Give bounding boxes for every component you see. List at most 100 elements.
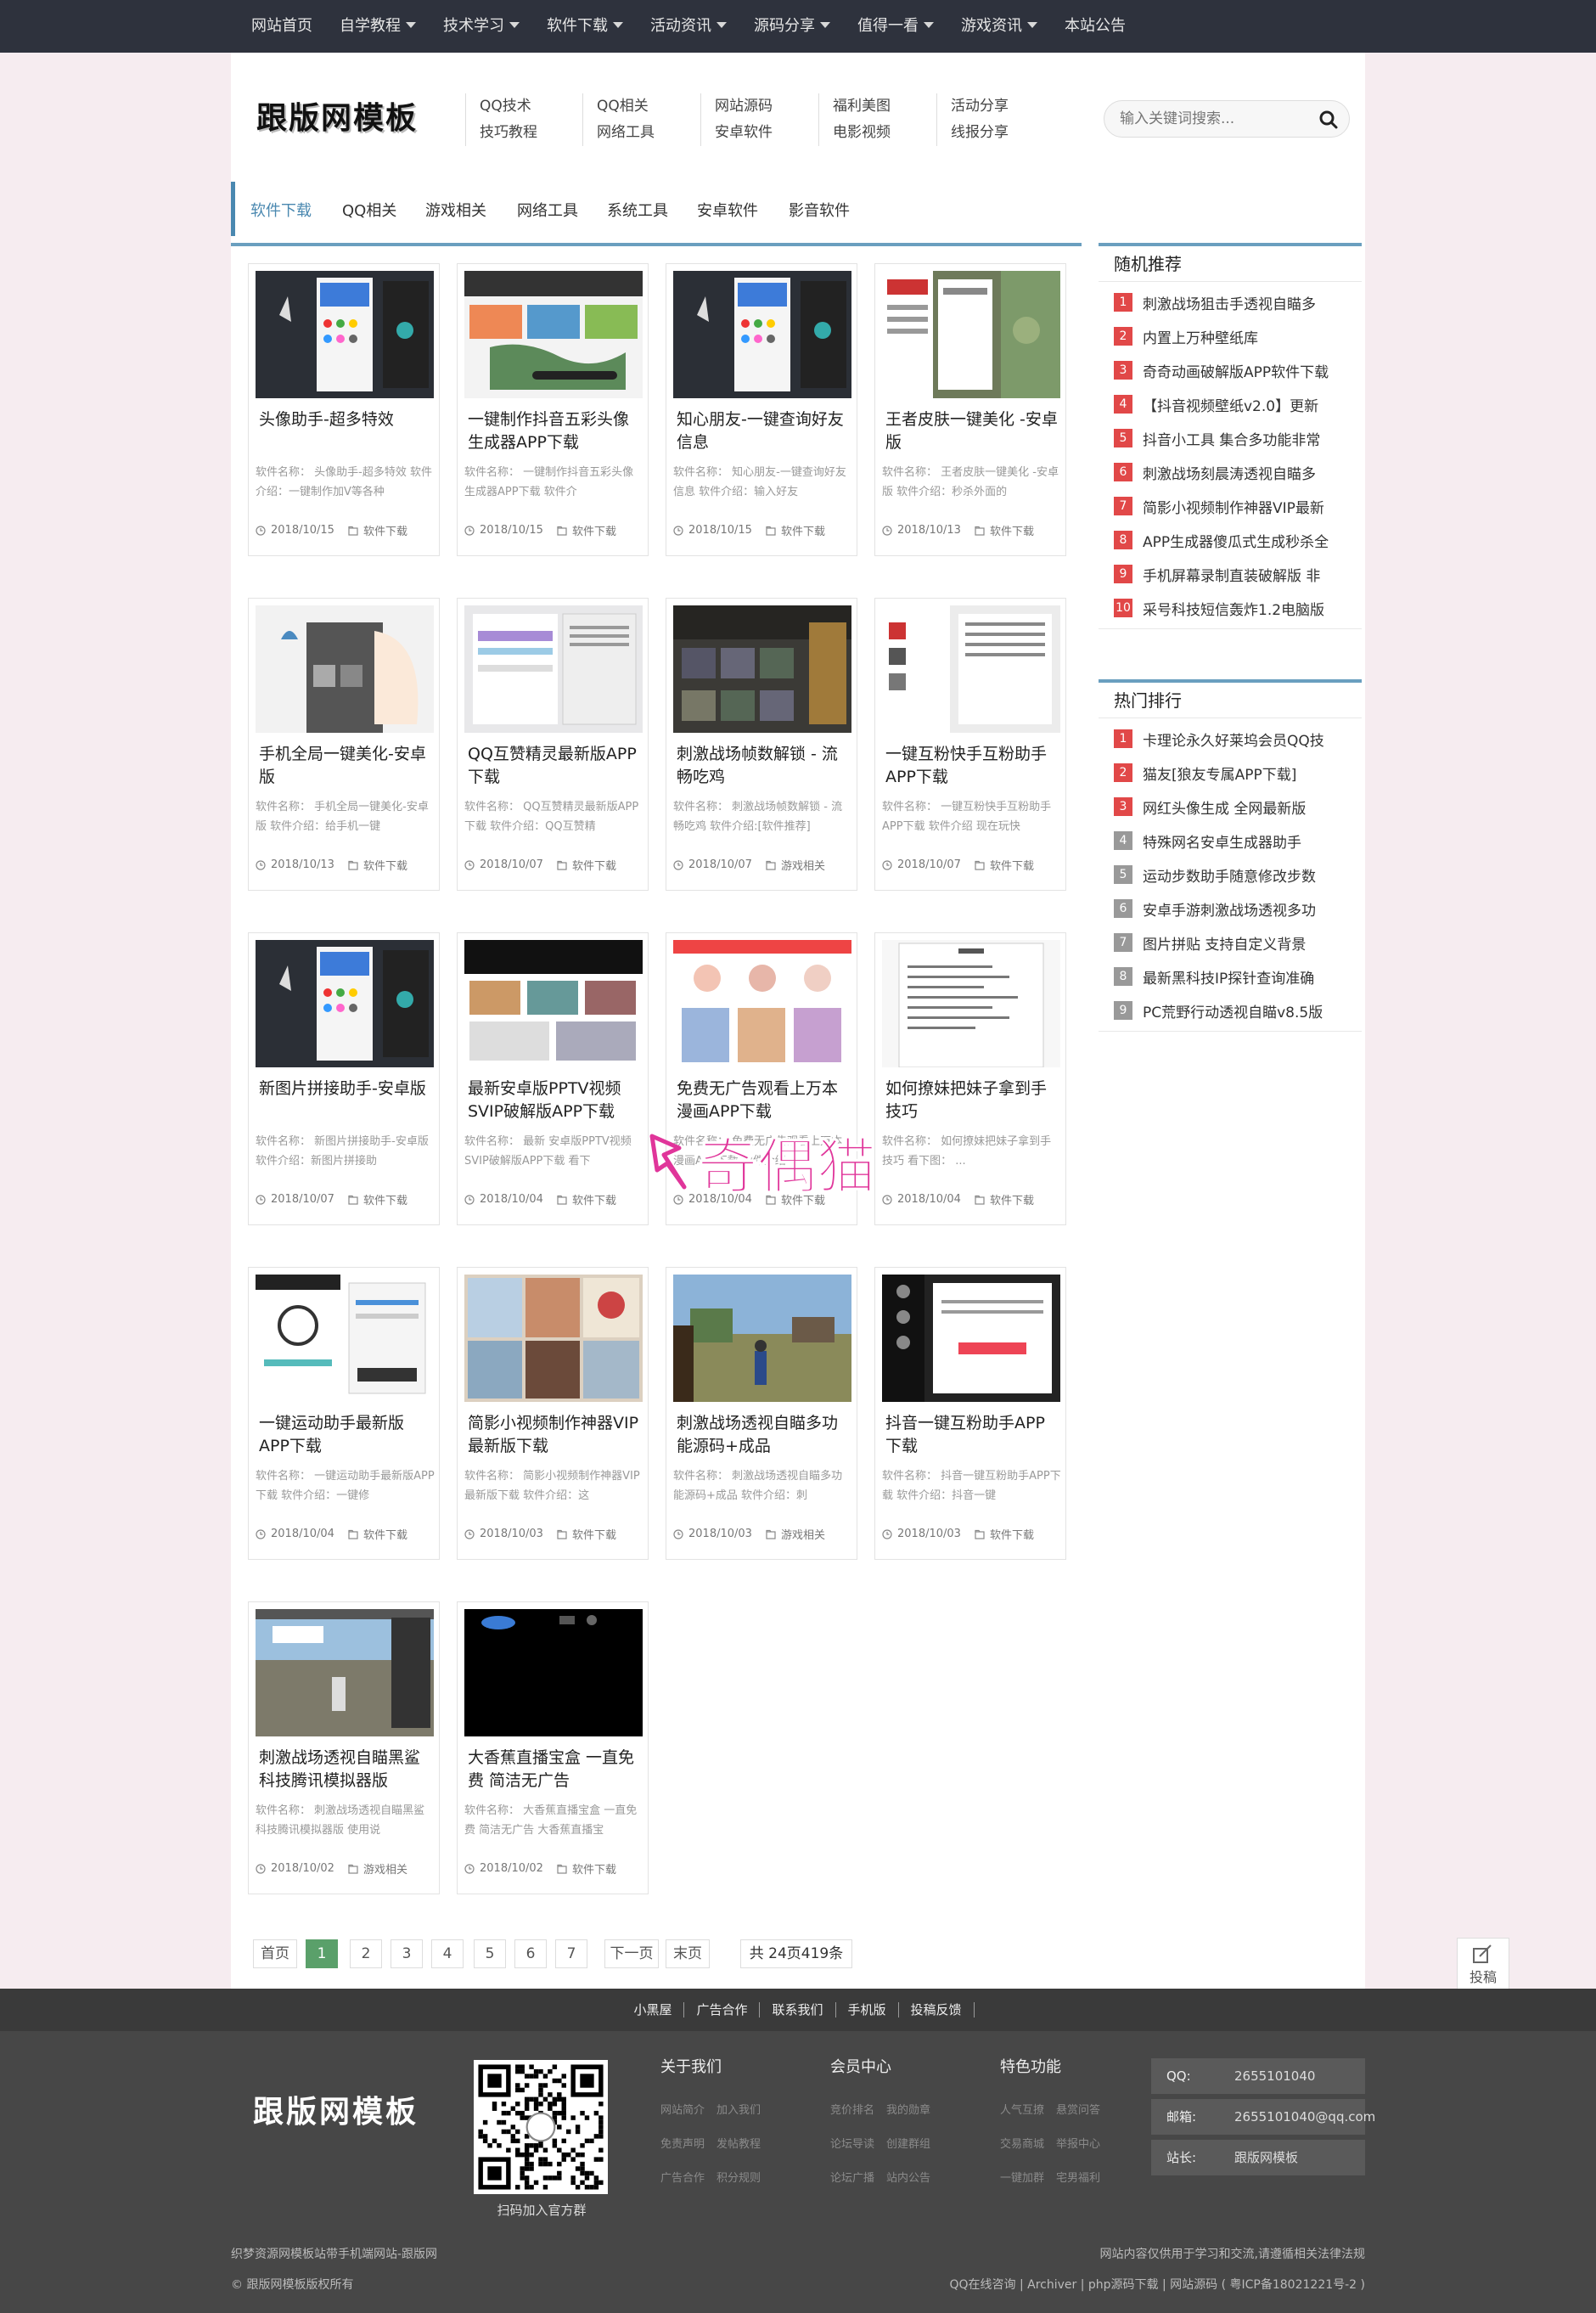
article-category[interactable]: 软件下载 <box>781 1191 825 1207</box>
article-category[interactable]: 软件下载 <box>990 857 1034 873</box>
article-thumbnail[interactable] <box>256 1609 434 1736</box>
sidebar-list-item[interactable]: 3 奇奇动画破解版APP软件下载 <box>1099 353 1362 387</box>
sidebar-list-item[interactable]: 4 特殊网名安卓生成器助手 <box>1099 824 1362 858</box>
article-category[interactable]: 软件下载 <box>363 1191 407 1207</box>
header-link[interactable]: 技巧教程 <box>480 120 576 146</box>
tab-android[interactable]: 安卓软件 <box>697 199 758 221</box>
article-thumbnail[interactable] <box>464 1275 643 1402</box>
sidebar-list-item[interactable]: 9 PC荒野行动透视自瞄v8.5版 <box>1099 993 1362 1027</box>
sidebar-list-item[interactable]: 7 图片拼贴 支持自定义背景 <box>1099 926 1362 960</box>
tab-games[interactable]: 游戏相关 <box>425 199 486 221</box>
header-link[interactable]: 活动分享 <box>951 93 1047 120</box>
article-title[interactable]: 刺激战场透视自瞄多功能源码+成品 <box>677 1412 851 1460</box>
article-title[interactable]: 刺激战场透视自瞄黑鲨科技腾讯模拟器版 <box>259 1747 434 1794</box>
nav-item[interactable]: 源码分享 <box>740 0 844 53</box>
article-title[interactable]: 免费无广告观看上万本漫画APP下载 <box>677 1078 851 1125</box>
footer-link[interactable]: 站内公告 <box>886 2172 930 2185</box>
article-category[interactable]: 软件下载 <box>363 857 407 873</box>
nav-item[interactable]: 技术学习 <box>430 0 533 53</box>
header-link[interactable]: QQ技术 <box>480 93 576 120</box>
header-link[interactable]: 福利美图 <box>833 93 929 120</box>
header-link[interactable]: 安卓软件 <box>715 120 811 146</box>
footer-link[interactable]: 创建群组 <box>886 2138 930 2151</box>
footer-link[interactable]: 悬赏问答 <box>1056 2104 1100 2117</box>
header-link[interactable]: 线报分享 <box>951 120 1047 146</box>
footer-link[interactable]: 论坛导读 <box>830 2138 874 2151</box>
sidebar-list-item[interactable]: 5 运动步数助手随意修改步数 <box>1099 858 1362 892</box>
article-thumbnail[interactable] <box>882 605 1060 733</box>
submit-button[interactable]: 投稿 <box>1457 1938 1509 1990</box>
pagination-item[interactable]: 末页 <box>666 1939 710 1968</box>
nav-item[interactable]: 游戏资讯 <box>947 0 1051 53</box>
article-card[interactable]: 新图片拼接助手-安卓版 软件名称： 新图片拼接助手-安卓版 软件介绍：新图片拼接助… <box>248 932 440 1225</box>
article-thumbnail[interactable] <box>464 605 643 733</box>
sidebar-list-item[interactable]: 2 内置上万种壁纸库 <box>1099 319 1362 353</box>
article-title[interactable]: 最新安卓版PPTV视频SVIP破解版APP下载 <box>468 1078 643 1125</box>
article-card[interactable]: 大香蕉直播宝盒 一直免费 简洁无广告 软件名称： 大香蕉直播宝盒 一直免费 简洁无… <box>457 1601 649 1894</box>
footer-bottom-links[interactable]: QQ在线咨询 | Archiver | php源码下载 | 网站源码 ( 粤IC… <box>949 2276 1365 2293</box>
sidebar-list-item[interactable]: 1 卡理论永久好莱坞会员QQ技 <box>1099 722 1362 756</box>
article-thumbnail[interactable] <box>256 940 434 1067</box>
footer-link[interactable]: 发帖教程 <box>717 2138 761 2151</box>
footer-link[interactable]: 广告合作 <box>660 2172 705 2185</box>
tab-media[interactable]: 影音软件 <box>789 199 850 221</box>
nav-item[interactable]: 自学教程 <box>326 0 430 53</box>
footer-link[interactable]: 举报中心 <box>1056 2138 1100 2151</box>
nav-item[interactable]: 值得一看 <box>844 0 947 53</box>
tab-software-download[interactable]: 软件下载 <box>250 199 312 221</box>
header-link[interactable]: 电影视频 <box>833 120 929 146</box>
footer-link[interactable]: 加入我们 <box>717 2104 761 2117</box>
sidebar-list-item[interactable]: 10 采号科技短信轰炸1.2电脑版 <box>1099 591 1362 625</box>
article-title[interactable]: 一键互粉快手互粉助手APP下载 <box>885 743 1060 791</box>
footer-link[interactable]: 小黑屋 <box>621 2002 685 2018</box>
pagination-item[interactable]: 7 <box>555 1939 587 1968</box>
article-thumbnail[interactable] <box>673 940 851 1067</box>
article-card[interactable]: 免费无广告观看上万本漫画APP下载 软件名称： 免费无广告观看上万本漫画APP下载… <box>666 932 857 1225</box>
pagination-item[interactable]: 5 <box>474 1939 506 1968</box>
nav-item[interactable]: 活动资讯 <box>637 0 740 53</box>
pagination-item[interactable]: 2 <box>350 1939 382 1968</box>
footer-link[interactable]: 手机版 <box>835 2002 899 2018</box>
pagination-item[interactable]: 6 <box>514 1939 547 1968</box>
footer-link[interactable]: 人气互撩 <box>1000 2104 1044 2117</box>
article-thumbnail[interactable] <box>882 1275 1060 1402</box>
site-logo[interactable]: 跟版网模板 <box>256 93 418 138</box>
header-link[interactable]: 网站源码 <box>715 93 811 120</box>
article-category[interactable]: 软件下载 <box>781 522 825 538</box>
footer-link[interactable]: 网站简介 <box>660 2104 705 2117</box>
search-input[interactable] <box>1120 108 1307 130</box>
article-title[interactable]: 抖音一键互粉助手APP下载 <box>885 1412 1060 1460</box>
article-title[interactable]: 王者皮肤一键美化 -安卓版 <box>885 408 1060 456</box>
sidebar-list-item[interactable]: 6 安卓手游刺激战场透视多功 <box>1099 892 1362 926</box>
pagination-item[interactable]: 首页 <box>253 1939 297 1968</box>
article-title[interactable]: 简影小视频制作神器VIP最新版下载 <box>468 1412 643 1460</box>
article-thumbnail[interactable] <box>256 605 434 733</box>
article-card[interactable]: 头像助手-超多特效 软件名称： 头像助手-超多特效 软件介绍：一键制作加V等各种 2… <box>248 263 440 556</box>
article-category[interactable]: 软件下载 <box>572 1191 616 1207</box>
sidebar-list-item[interactable]: 8 最新黑科技IP探针查询准确 <box>1099 960 1362 993</box>
sidebar-list-item[interactable]: 5 抖音小工具 集合多功能非常 <box>1099 421 1362 455</box>
sidebar-list-item[interactable]: 4 【抖音视频壁纸v2.0】更新 <box>1099 387 1362 421</box>
nav-item[interactable]: 网站首页 <box>238 0 326 53</box>
article-card[interactable]: 手机全局一键美化-安卓版 软件名称： 手机全局一键美化-安卓版 软件介绍：给手机一… <box>248 598 440 891</box>
article-title[interactable]: 如何撩妹把妹子拿到手技巧 <box>885 1078 1060 1125</box>
sidebar-list-item[interactable]: 7 简影小视频制作神器VIP最新 <box>1099 489 1362 523</box>
article-category[interactable]: 软件下载 <box>572 1860 616 1877</box>
header-link[interactable]: QQ相关 <box>597 93 693 120</box>
article-category[interactable]: 软件下载 <box>990 1191 1034 1207</box>
footer-link[interactable]: 论坛广播 <box>830 2172 874 2185</box>
article-card[interactable]: 一键制作抖音五彩头像生成器APP下载 软件名称： 一键制作抖音五彩头像生成器APP… <box>457 263 649 556</box>
article-title[interactable]: 知心朋友-一键查询好友信息 <box>677 408 851 456</box>
article-thumbnail[interactable] <box>464 271 643 398</box>
article-thumbnail[interactable] <box>882 271 1060 398</box>
tab-network-tools[interactable]: 网络工具 <box>517 199 578 221</box>
footer-link[interactable]: 交易商城 <box>1000 2138 1044 2151</box>
article-category[interactable]: 游戏相关 <box>781 1526 825 1542</box>
article-category[interactable]: 游戏相关 <box>781 857 825 873</box>
article-card[interactable]: QQ互赞精灵最新版APP下载 软件名称： QQ互赞精灵最新版APP下载 软件介绍：… <box>457 598 649 891</box>
article-thumbnail[interactable] <box>673 1275 851 1402</box>
article-thumbnail[interactable] <box>256 1275 434 1402</box>
sidebar-list-item[interactable]: 9 手机屏幕录制直装破解版 非 <box>1099 557 1362 591</box>
article-category[interactable]: 软件下载 <box>572 522 616 538</box>
article-category[interactable]: 游戏相关 <box>363 1860 407 1877</box>
